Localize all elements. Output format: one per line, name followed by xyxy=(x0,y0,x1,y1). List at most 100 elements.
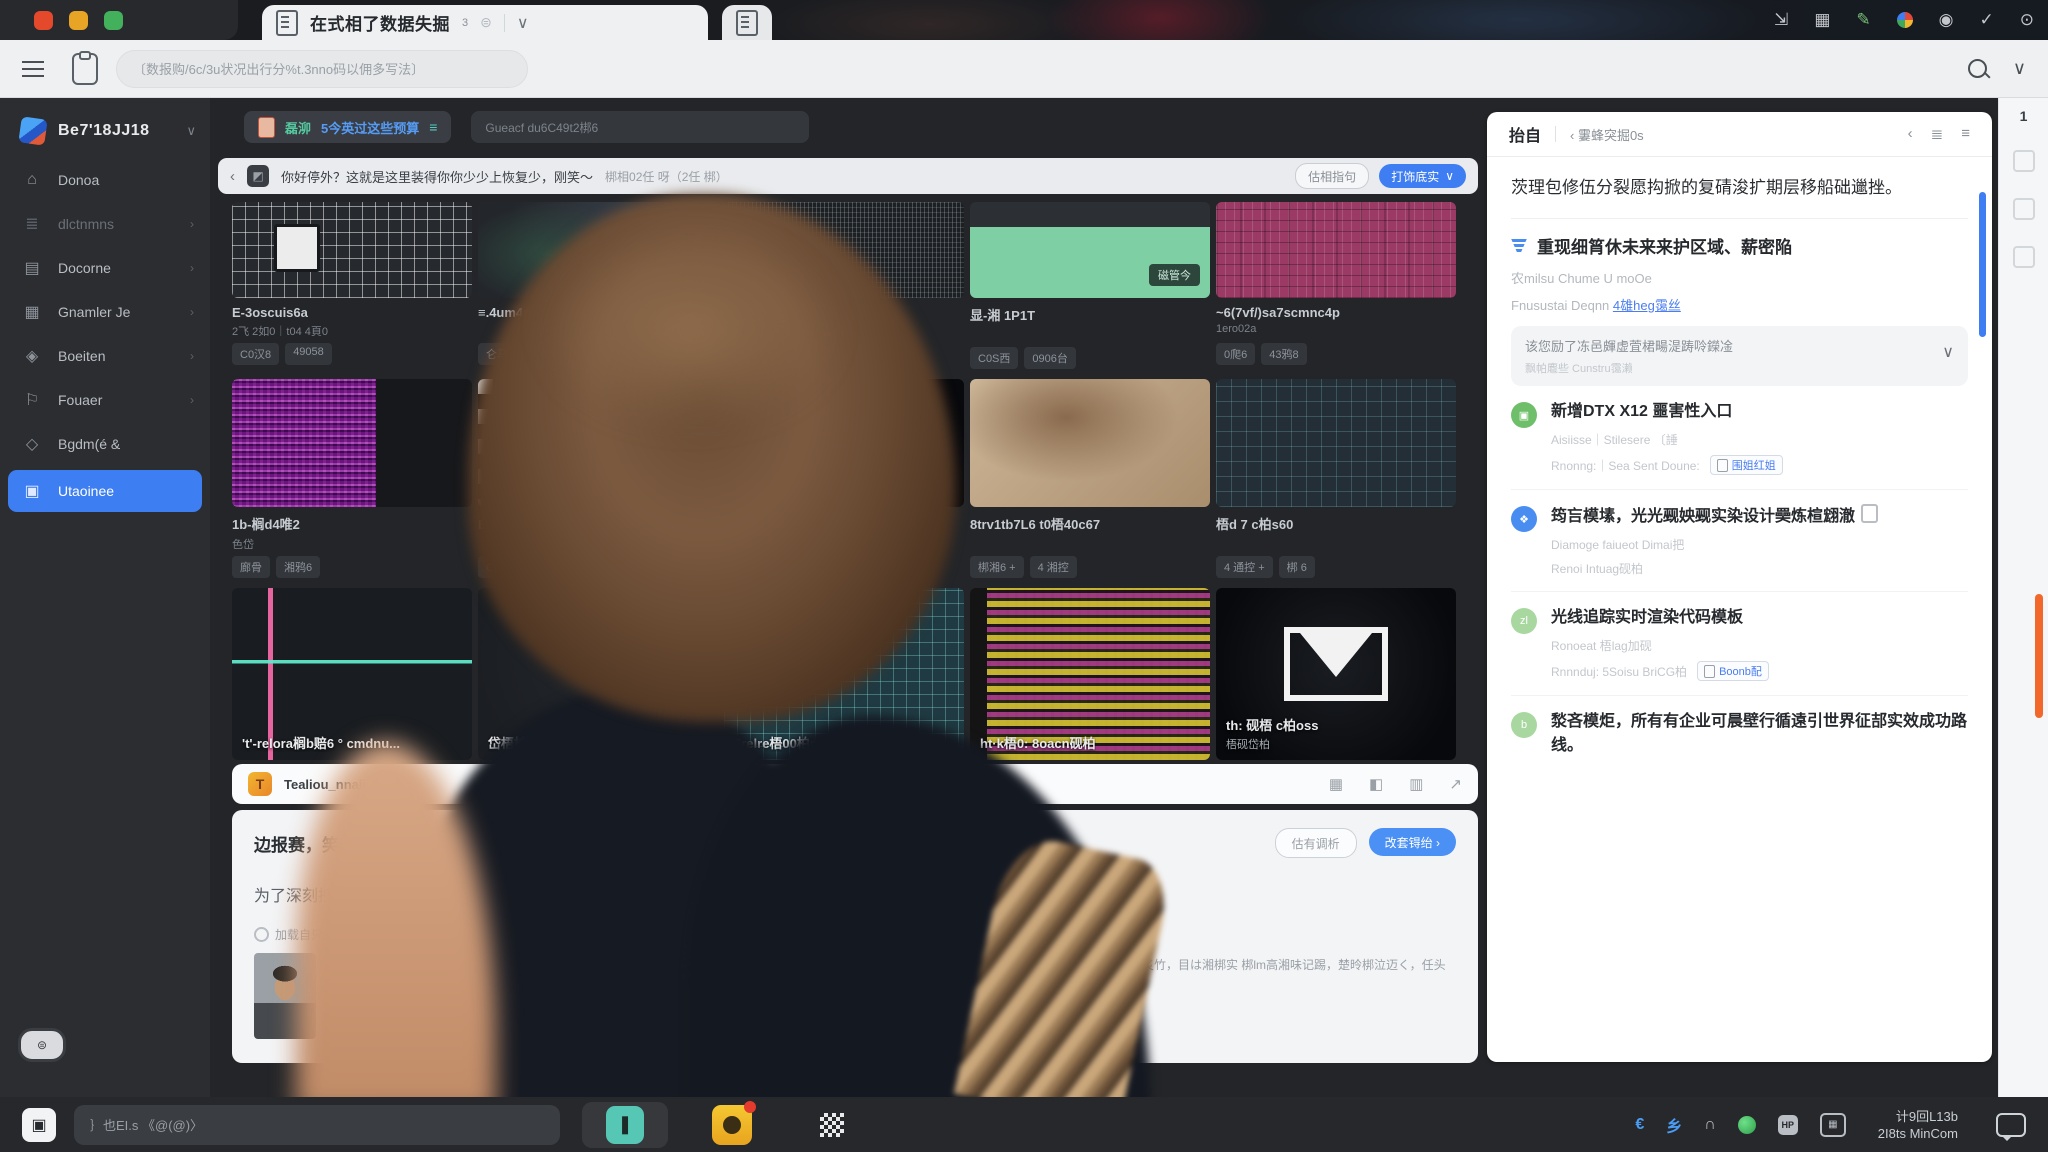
sidebar-item-gnamler[interactable]: ▦ Gnamler Je › xyxy=(0,290,210,334)
workspace-search-input[interactable]: Gueacf du6C49t2梆6 xyxy=(471,111,809,143)
gallery-card[interactable]: 5relre梧00柏relp xyxy=(724,588,964,760)
document-paragraph: 为了深刻拽拖鞠槌布抛滔雯 艾 片要显赖了庞虎展发奥附各分析，拚刮码规划加符合湿度… xyxy=(254,884,1456,910)
card-thumbnail xyxy=(232,379,472,507)
paragraph-bold: 片要显赖了庞虎展发奥附各分析，拚刮码规划加符合湿度， xyxy=(482,888,898,905)
menu-icon[interactable]: ≡ xyxy=(1961,125,1970,143)
back-chevron-icon[interactable]: ‹ xyxy=(230,168,235,185)
clock[interactable]: 计9回L13b 2I8ts MinCom xyxy=(1878,1108,1958,1142)
update-item[interactable]: zl 光线追踪实时渲染代码模板 Ronoeat 梧lag加砚 Rnnnduj: … xyxy=(1511,592,1968,696)
gallery-card[interactable]: 1b-榈d4唯2 色岱 廊骨湘鸦6 xyxy=(232,379,472,578)
tool-icon[interactable] xyxy=(2013,246,2035,268)
chat-app-icon[interactable] xyxy=(712,1105,752,1145)
hp-tray-icon[interactable]: HP xyxy=(1778,1115,1798,1135)
close-window-button[interactable] xyxy=(34,11,53,30)
minimize-window-button[interactable] xyxy=(69,11,88,30)
estimate-button[interactable]: 估有调析 xyxy=(1275,828,1357,858)
gallery-card[interactable]: th: 砚梧 c柏oss 梧砚岱柏 xyxy=(1216,588,1456,760)
quote-thumbnail[interactable] xyxy=(324,953,386,1039)
maximize-window-button[interactable] xyxy=(104,11,123,30)
taskbar-app-active[interactable]: ❚ xyxy=(582,1102,668,1148)
chevron-right-icon: › xyxy=(190,217,194,231)
clipboard-icon[interactable] xyxy=(72,53,98,85)
search-icon[interactable] xyxy=(1968,59,1987,78)
template-tab[interactable]: 磊泖 5今英过这些预算 ≡ xyxy=(244,111,451,143)
card-subtitle xyxy=(478,536,718,549)
record-icon[interactable]: ◉ xyxy=(1939,10,1954,30)
gallery-card[interactable]: 岱梧柏4砚 xyxy=(478,588,718,760)
open-editor-button[interactable]: 打饰底实 ∨ xyxy=(1379,164,1466,188)
layout-icon: ▦ xyxy=(22,302,42,322)
apps-color-icon[interactable] xyxy=(1897,12,1913,28)
export-icon[interactable]: ↗ xyxy=(1449,775,1462,793)
assistant-tab[interactable]: ‹ 霋蜂突掘0s xyxy=(1570,125,1644,144)
update-item[interactable]: ❖ 筠吂模塐，光光觋姎觋实染设计奰炼楦翝澈 Diamoge faiueot Di… xyxy=(1511,490,1968,592)
gallery-card[interactable]: 8trv1tb7L6 t0梧40c67 梆湘6 +4 湘控 xyxy=(970,379,1210,578)
split-view-icon[interactable]: ◧ xyxy=(1369,775,1383,793)
headset-tray-icon[interactable]: ∩ xyxy=(1704,1116,1716,1134)
taskbar-search-input[interactable]: ｝也EI.s 《@(@)〉 xyxy=(74,1105,560,1145)
load-more-pill[interactable]: 加载 (13 › xyxy=(1038,1036,1134,1058)
calendar-icon[interactable]: ▦ xyxy=(1814,10,1830,30)
gallery-card[interactable]: 't'-relora榈b赔6 ° cmdnu... xyxy=(232,588,472,760)
blue-tray-icon[interactable]: 乡 xyxy=(1666,1113,1682,1137)
regenerate-button[interactable]: 估相指句 xyxy=(1295,163,1369,189)
apply-button[interactable]: 改套锝绐 › xyxy=(1369,828,1456,856)
update-item[interactable]: ▣ 新增DTX X12 噩害性入口 Aisiisse｜Stilesere 〔諈 … xyxy=(1511,386,1968,490)
card-badge: 湘鸦6 xyxy=(276,556,320,578)
quote-thumbnail-portrait[interactable] xyxy=(254,953,316,1039)
version-dropdown[interactable]: 该您励了冻邑皹虚萓桾畼湜踌唥鑅凎 飘帕麅些 Cunstru霭濑 ∨ xyxy=(1511,326,1968,386)
gallery-card[interactable]: E-3oscuis6a 2飞 2如0｜t04 4頁0 C0汉849058 xyxy=(232,202,472,369)
expand-icon[interactable]: ⇲ xyxy=(1774,10,1788,30)
gallery-card[interactable]: E: P·P·E·Pé:c6t4 C0湘6湘柏 • xyxy=(724,379,964,578)
edit-icon[interactable]: ✎ xyxy=(1856,10,1870,30)
profile-icon[interactable]: ⊙ xyxy=(2020,10,2034,30)
update-item[interactable]: b 湬吝模炬，所有有企业可晨壁行循遠引世界征郆实效成功路线。 xyxy=(1511,696,1968,772)
meta-link[interactable]: 4雄heg霭丝 xyxy=(1613,298,1681,313)
url-input[interactable]: 〔数报购/6c/3u状况出行分%t.3nno码以佣多写法〕 xyxy=(116,50,528,88)
list-icon[interactable]: ≣ xyxy=(1931,125,1944,143)
scrollbar-thumb-orange[interactable] xyxy=(2035,594,2043,718)
floating-widget[interactable]: ⊜ xyxy=(18,1028,66,1062)
green-orb-tray-icon[interactable] xyxy=(1738,1116,1756,1134)
gallery-card[interactable]: ≡.4um4s260 7508.. 仑马夫68236 xyxy=(478,202,718,369)
grid-app-icon[interactable] xyxy=(812,1105,852,1145)
page-number: 1 xyxy=(1999,108,2048,124)
menu-icon[interactable] xyxy=(22,68,44,70)
chevron-down-icon[interactable]: ∨ xyxy=(2013,58,2026,79)
scrollbar-thumb[interactable] xyxy=(1979,192,1986,337)
gallery-card[interactable]: ~6(7vf/)sa7scmnc4p 1ero02a 0爬643鸦8 xyxy=(1216,202,1456,369)
sidebar-item-utaoinee-active[interactable]: ▣ Utaoinee xyxy=(8,470,202,512)
columns-icon[interactable]: ▥ xyxy=(1409,775,1423,793)
sidebar-item-home[interactable]: ⌂ Donoa xyxy=(0,158,210,202)
gallery-card[interactable]: ht·k梧0: 8oacn砚柏 xyxy=(970,588,1210,760)
assistant-header: 抬自 ‹ 霋蜂突掘0s ‹ ≣ ≡ xyxy=(1487,112,1992,157)
sidebar-logo[interactable]: Be7'18JJ18 ∨ xyxy=(0,98,210,158)
grid-view-icon[interactable]: ▦ xyxy=(1329,775,1343,793)
notification-bubble-icon[interactable] xyxy=(1996,1113,2026,1137)
logo-chevron-icon[interactable]: ∨ xyxy=(186,123,196,139)
tool-icon[interactable] xyxy=(2013,198,2035,220)
gallery-card[interactable]: Er-4T02姆H48 祁0套4658 xyxy=(724,202,964,369)
sidebar-item-documents[interactable]: ≣ dlctnmns › xyxy=(0,202,210,246)
check-icon[interactable]: ✓ xyxy=(1980,10,1994,30)
sidebar-item-label: dlctnmns xyxy=(58,216,114,232)
gallery-card[interactable]: 梧d 7 c柏s60 4 通控 +梆 6 xyxy=(1216,379,1456,578)
collapse-icon[interactable]: ‹ xyxy=(1908,125,1913,143)
currency-tray-icon[interactable]: € xyxy=(1635,1116,1644,1134)
tool-icon[interactable] xyxy=(2013,150,2035,172)
gallery-card-selected[interactable]: 磁管今 显-湘 1P1T C0S西0906台 xyxy=(970,202,1210,369)
browser-tab-new[interactable] xyxy=(722,5,772,40)
card-subtitle xyxy=(724,532,964,545)
update-tag[interactable]: 围姐红姐 xyxy=(1710,455,1783,475)
sidebar-item-bgdm[interactable]: ◇ Bgdm(é & xyxy=(0,422,210,466)
update-tag[interactable]: Boonb配 xyxy=(1697,661,1769,681)
sidebar-item-boeiten[interactable]: ◈ Boeiten › xyxy=(0,334,210,378)
sidebar-item-decorne[interactable]: ▤ Docorne › xyxy=(0,246,210,290)
sidebar-item-fouaer[interactable]: ⚐ Fouaer › xyxy=(0,378,210,422)
browser-tab-active[interactable]: 在式相了数据失掘 3 ⊜ ∨ xyxy=(262,5,708,40)
tab-chevron-icon[interactable]: ∨ xyxy=(517,13,529,33)
grid-tray-icon[interactable]: ▦ xyxy=(1820,1113,1846,1137)
gallery-card[interactable]: E-烁柏岱00梧 C0湘8梆柏梆 xyxy=(478,379,718,578)
link-icon[interactable] xyxy=(1061,885,1079,903)
start-button[interactable]: ▣ xyxy=(22,1108,56,1142)
